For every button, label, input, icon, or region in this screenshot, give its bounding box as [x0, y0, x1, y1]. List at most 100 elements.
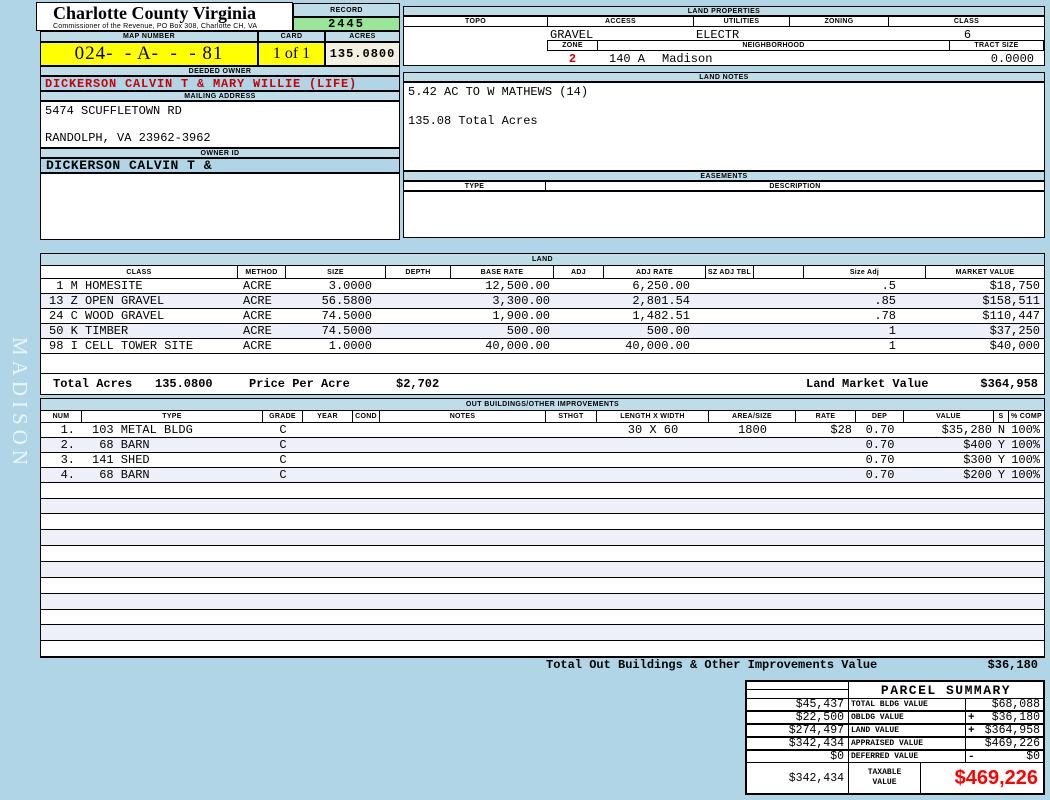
ps-label: LAND VALUE: [848, 724, 966, 737]
land-method: ACRE: [243, 279, 272, 293]
land-size: 74.5000: [321, 309, 372, 323]
land-market-value: $40,000: [989, 339, 1040, 353]
empty-row: [41, 625, 1044, 642]
ob-value: $200: [963, 467, 992, 482]
col-method: METHOD: [238, 266, 286, 278]
card-label: CARD: [258, 31, 325, 42]
owner-id-label: OWNER ID: [40, 148, 400, 158]
empty-row: [41, 546, 1044, 562]
property-record-card-page: { "colors": { "page-bg": "#AFD5E6", "ban…: [0, 0, 1050, 800]
land-properties-title: LAND PROPERTIES: [403, 6, 1045, 16]
tract-size-value: 0.0000: [990, 52, 1034, 66]
land-notes-title: LAND NOTES: [403, 72, 1045, 82]
parcel-summary-title: PARCEL SUMMARY: [848, 681, 1044, 699]
land-title: LAND: [41, 254, 1044, 266]
ps-value: $469,226: [984, 737, 1040, 750]
land-adj-rate: 6,250.00: [632, 279, 690, 293]
ob-dep: 0.70: [865, 452, 895, 467]
col-dep: DEP: [856, 410, 904, 422]
land-base-rate: 1,900.00: [492, 309, 550, 323]
col-access: ACCESS: [548, 17, 694, 26]
col-adj: ADJ: [554, 266, 604, 278]
owner-id-value: DICKERSON CALVIN T &: [40, 158, 400, 173]
county-title: Charlotte County Virginia: [53, 3, 257, 23]
deeded-owner-label: DEEDED OWNER: [40, 66, 400, 76]
col-sthgt: STHGT: [546, 410, 597, 422]
col-rate: RATE: [796, 410, 856, 422]
land-class: 1 M HOMESITE: [49, 279, 143, 293]
address-line-1: 5474 SCUFFLETOWN RD: [45, 104, 182, 118]
land-size-adj: .5: [881, 279, 896, 293]
col-sz-adj-tbl: SZ ADJ TBL: [706, 266, 754, 278]
owner-notes-box: [40, 173, 400, 240]
outbuildings-title: OUT BUILDINGS/OTHER IMPROVEMENTS: [41, 399, 1044, 411]
county-title-box: Charlotte County Virginia Commissioner o…: [36, 2, 293, 31]
ps-value: $36,180: [991, 711, 1040, 724]
land-base-rate: 40,000.00: [485, 339, 550, 353]
col-utilities: UTILITIES: [694, 17, 790, 26]
land-adj-rate: 2,801.54: [632, 294, 690, 308]
land-section: LAND CLASS METHOD SIZE DEPTH BASE RATE A…: [40, 253, 1045, 395]
total-acres-value: 135.0800: [155, 377, 213, 391]
ob-dep: 0.70: [865, 422, 895, 437]
district-watermark: MADISON: [8, 337, 32, 471]
ob-value: $35,280: [941, 422, 992, 437]
land-size: 74.5000: [321, 324, 372, 338]
ps-label: APPRAISED VALUE: [848, 737, 966, 750]
land-notes-box: 5.42 AC TO W MATHEWS (14) 135.08 Total A…: [403, 82, 1045, 171]
empty-row: [41, 578, 1044, 594]
neighborhood-name: Madison: [662, 52, 713, 66]
land-market-value: $18,750: [989, 279, 1040, 293]
ps-value-cell: $469,226: [965, 737, 1044, 750]
land-size-adj: .85: [874, 294, 896, 308]
land-base-rate: 12,500.00: [485, 279, 550, 293]
land-size-adj: 1: [888, 324, 896, 338]
land-adj-rate: 1,482.51: [632, 309, 690, 323]
address-line-2: RANDOLPH, VA 23962-3962: [45, 131, 211, 145]
empty-row: [41, 530, 1044, 547]
col-pct-comp: % COMP: [1009, 410, 1044, 422]
col-num: NUM: [41, 410, 82, 422]
ob-type: 103 METAL BLDG: [92, 422, 193, 437]
zone-label: ZONE: [547, 40, 598, 51]
ps-value: $364,958: [984, 724, 1040, 737]
col-notes: NOTES: [380, 410, 546, 422]
col-adj-rate: ADJ RATE: [604, 266, 706, 278]
land-market-value-label: Land Market Value: [806, 377, 929, 391]
ps-label: OBLDG VALUE: [848, 711, 966, 724]
outbuildings-total-value: $36,180: [987, 658, 1038, 673]
land-size-adj: .78: [874, 309, 896, 323]
land-method: ACRE: [243, 294, 272, 308]
land-method: ACRE: [243, 339, 272, 353]
ps-label: TOTAL BLDG VALUE: [848, 698, 966, 711]
col-zoning: ZONING: [790, 17, 889, 26]
ob-rate: $28: [830, 422, 852, 437]
ob-pct-comp: 100%: [1011, 467, 1040, 482]
ob-pct-comp: 100%: [1011, 422, 1040, 437]
ob-type: 68 BARN: [92, 467, 150, 482]
col-grade: GRADE: [263, 410, 303, 422]
empty-row: [41, 483, 1044, 499]
col-market-value: MARKET VALUE: [926, 266, 1044, 278]
land-class: 13 Z OPEN GRAVEL: [49, 294, 165, 308]
deeded-owner-value: DICKERSON CALVIN T & MARY WILLIE (LIFE): [40, 76, 400, 91]
land-base-rate: 500.00: [506, 324, 550, 338]
land-properties-header-row: TOPO ACCESS UTILITIES ZONING CLASS: [403, 16, 1045, 26]
empty-row: [41, 610, 1044, 626]
col-s: S: [994, 410, 1009, 422]
land-market-value: $37,250: [989, 324, 1040, 338]
land-header-row: CLASS METHOD SIZE DEPTH BASE RATE ADJ AD…: [41, 266, 1044, 279]
easements-box: [403, 191, 1045, 238]
ob-value: $300: [963, 452, 992, 467]
outbuilding-row: 3. 141 SHED C 0.70 $300 Y 100%: [41, 453, 1044, 468]
outbuilding-row: 1. 103 METAL BLDG C 30 X 60 1800 $28 0.7…: [41, 423, 1044, 438]
ps-left-value: $22,500: [746, 711, 849, 724]
col-cond: COND: [353, 410, 380, 422]
ob-pct-comp: 100%: [1011, 452, 1040, 467]
col-class: CLASS: [41, 266, 238, 278]
ps-value-cell: + $36,180: [965, 711, 1044, 724]
ob-num: 4.: [60, 467, 75, 482]
col-type: TYPE: [82, 410, 263, 422]
price-per-acre-label: Price Per Acre: [249, 377, 350, 391]
taxable-value: $469,226: [920, 762, 1044, 794]
